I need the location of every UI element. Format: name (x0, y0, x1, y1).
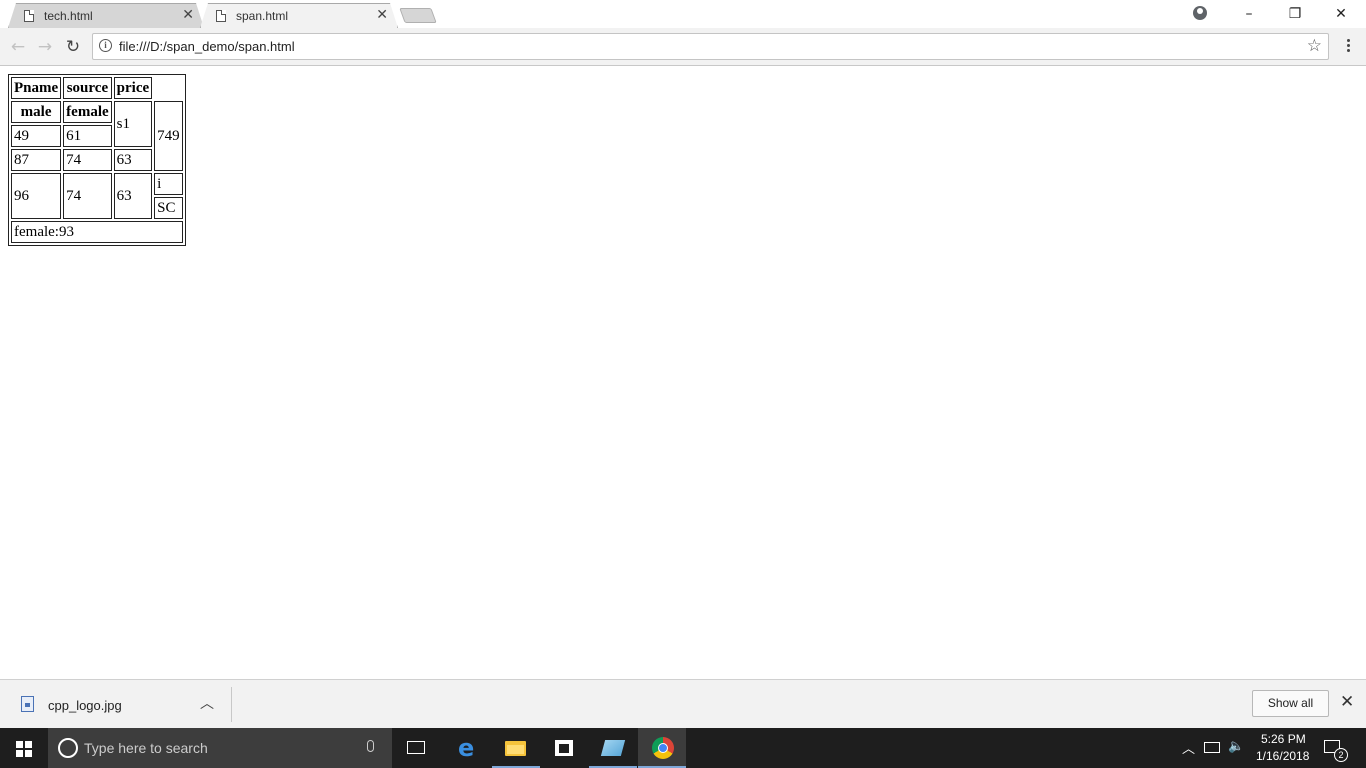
close-window-button[interactable]: ✕ (1318, 0, 1364, 28)
notification-count-badge: 2 (1334, 748, 1348, 762)
table-cell: s1 (113, 101, 153, 147)
footer-cell: female:93 (11, 221, 183, 243)
tab-strip: tech.html ✕ span.html ✕ – ❐ ✕ (0, 0, 1366, 28)
table-row: Pname source price (11, 77, 183, 99)
tab-close-icon[interactable]: ✕ (182, 7, 194, 23)
back-arrow-icon[interactable]: ← (8, 37, 28, 57)
taskbar: Type here to search e ︿ 🔈 5:26 PM 1/16/2… (0, 728, 1366, 768)
network-icon[interactable] (1204, 742, 1220, 753)
table-cell: 87 (11, 149, 62, 171)
table-cell: 74 (63, 149, 112, 171)
table-cell: 96 (11, 173, 62, 219)
restore-button[interactable]: ❐ (1272, 0, 1318, 28)
header-cell: source (63, 77, 112, 99)
tab-title: span.html (236, 9, 289, 23)
new-tab-button[interactable] (399, 8, 437, 23)
header-cell: price (113, 77, 153, 99)
page-content: Pname source price male female s1 749 49… (0, 66, 1366, 679)
data-table: Pname source price male female s1 749 49… (8, 74, 186, 246)
table-cell: i (154, 173, 183, 195)
address-url[interactable]: file:///D:/span_demo/span.html (119, 39, 295, 54)
store-icon[interactable] (555, 740, 573, 756)
tab-background (8, 3, 204, 28)
download-bar: cpp_logo.jpg ︿ Show all ✕ (0, 679, 1366, 728)
task-view-icon[interactable] (407, 741, 425, 754)
folder-icon[interactable] (505, 741, 526, 756)
info-icon[interactable]: i (99, 39, 112, 52)
subheader-cell: male (11, 101, 62, 123)
clock-date[interactable]: 1/16/2018 (1256, 749, 1309, 763)
header-cell: Pname (11, 77, 62, 99)
profile-icon[interactable] (1193, 6, 1207, 20)
page-icon (24, 10, 34, 22)
table-cell: 74 (63, 173, 112, 219)
reload-icon[interactable]: ↻ (63, 37, 83, 57)
divider (231, 687, 232, 722)
tray-chevron-up-icon[interactable]: ︿ (1182, 738, 1195, 757)
minimize-button[interactable]: – (1226, 0, 1272, 28)
image-file-icon[interactable] (21, 696, 34, 712)
table-cell: 749 (154, 101, 183, 171)
forward-arrow-icon[interactable]: → (35, 37, 55, 57)
page-icon (216, 10, 226, 22)
volume-icon[interactable]: 🔈 (1228, 739, 1244, 754)
search-placeholder[interactable]: Type here to search (84, 740, 208, 756)
chrome-icon[interactable] (652, 737, 674, 759)
tab-background (200, 3, 398, 28)
table-cell: 49 (11, 125, 62, 147)
edge-icon[interactable]: e (458, 736, 474, 760)
subheader-cell: female (63, 101, 112, 123)
microphone-icon[interactable] (367, 740, 374, 752)
table-cell: 63 (113, 149, 153, 171)
close-icon[interactable]: ✕ (1340, 692, 1354, 712)
table-cell: 61 (63, 125, 112, 147)
table-row: 96 74 63 i (11, 173, 183, 219)
address-bar[interactable]: i file:///D:/span_demo/span.html ☆ (92, 33, 1329, 60)
table-row: male female s1 749 (11, 101, 183, 171)
start-button[interactable] (0, 728, 48, 768)
table-cell: 63 (113, 173, 153, 219)
table-cell: SC (154, 197, 183, 219)
table-row: female:93 (11, 221, 183, 243)
chevron-up-icon[interactable]: ︿ (200, 693, 214, 713)
cortana-icon (58, 738, 78, 758)
clock-time[interactable]: 5:26 PM (1261, 732, 1306, 746)
taskbar-search[interactable]: Type here to search (48, 728, 392, 768)
download-file-name[interactable]: cpp_logo.jpg (48, 698, 122, 713)
browser-toolbar: ← → ↻ i file:///D:/span_demo/span.html ☆ (0, 28, 1366, 66)
tab-title: tech.html (44, 9, 93, 23)
menu-icon[interactable] (1340, 37, 1356, 57)
bookmark-star-icon[interactable]: ☆ (1307, 36, 1322, 56)
app-icon[interactable] (600, 740, 626, 756)
show-all-button[interactable]: Show all (1252, 690, 1329, 717)
tab-tech[interactable]: tech.html ✕ (8, 3, 204, 28)
tab-close-icon[interactable]: ✕ (376, 7, 388, 23)
windows-logo-icon (16, 741, 32, 757)
tab-span[interactable]: span.html ✕ (200, 3, 398, 28)
